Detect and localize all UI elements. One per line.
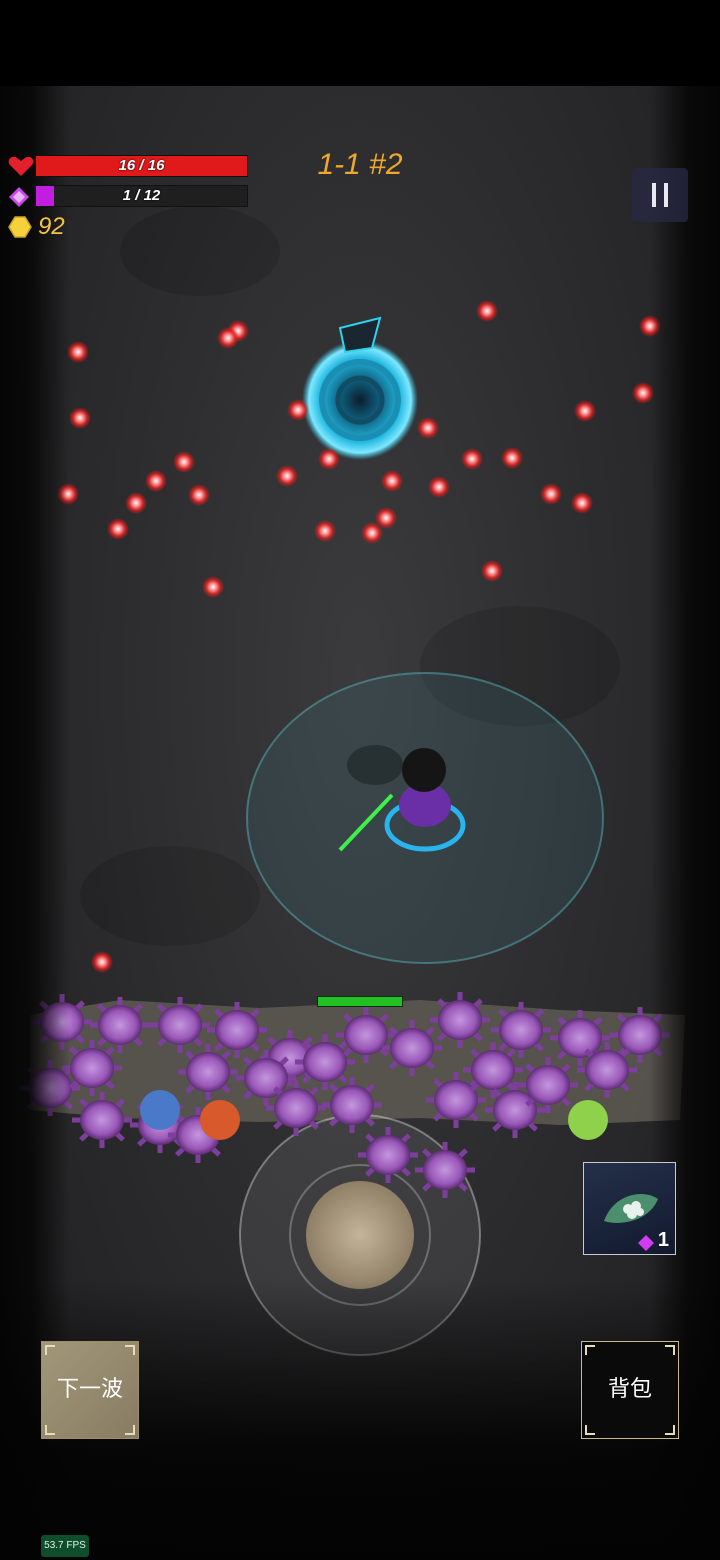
projectile bbox=[571, 492, 593, 514]
projectile bbox=[375, 507, 397, 529]
spiky-enemy bbox=[90, 997, 150, 1053]
spiky-enemy bbox=[430, 992, 490, 1048]
joystick-knob[interactable] bbox=[306, 1181, 414, 1289]
spiky-enemy bbox=[62, 1040, 122, 1096]
spiky-enemy bbox=[72, 1092, 132, 1148]
gold-count: 92 bbox=[38, 213, 65, 240]
projectile bbox=[287, 399, 309, 421]
spiky-enemy bbox=[150, 997, 210, 1053]
spiky-enemy bbox=[336, 1007, 396, 1063]
spiky-enemy bbox=[322, 1077, 382, 1133]
projectile bbox=[202, 576, 224, 598]
projectile bbox=[481, 560, 503, 582]
projectile bbox=[574, 400, 596, 422]
gem-icon bbox=[638, 1235, 654, 1251]
projectile bbox=[67, 341, 89, 363]
spiky-enemy bbox=[577, 1042, 637, 1098]
projectile bbox=[540, 483, 562, 505]
bag-button[interactable]: 背包 bbox=[581, 1341, 679, 1439]
projectile bbox=[314, 520, 336, 542]
mana-bar: 1 / 12 bbox=[35, 185, 248, 207]
green-enemy bbox=[568, 1100, 608, 1140]
projectile bbox=[476, 300, 498, 322]
gem-icon bbox=[9, 187, 29, 207]
bag-label: 背包 bbox=[607, 1377, 652, 1402]
next-wave-button[interactable]: 下一波 bbox=[41, 1341, 139, 1439]
spiky-enemy bbox=[518, 1057, 578, 1113]
projectile bbox=[69, 407, 91, 429]
orange-enemy bbox=[200, 1100, 240, 1140]
spiky-enemy bbox=[382, 1020, 442, 1076]
projectile bbox=[173, 451, 195, 473]
fps-counter: 53.7 FPS bbox=[41, 1535, 89, 1557]
gold-coin-icon bbox=[8, 216, 32, 238]
health-bar: 16 / 16 bbox=[35, 155, 248, 177]
spiky-enemy bbox=[491, 1002, 551, 1058]
pause-icon bbox=[664, 183, 668, 207]
next-wave-label: 下一波 bbox=[56, 1377, 123, 1402]
projectile bbox=[91, 951, 113, 973]
projectile bbox=[145, 470, 167, 492]
item-cost: 1 bbox=[657, 1229, 669, 1251]
projectile bbox=[276, 465, 298, 487]
blue-enemy bbox=[140, 1090, 180, 1130]
health-text: 16 / 16 bbox=[118, 157, 165, 174]
projectile bbox=[501, 447, 523, 469]
wall-health-fill bbox=[318, 997, 402, 1006]
game-playfield[interactable] bbox=[0, 86, 720, 1560]
pause-button[interactable] bbox=[632, 168, 688, 222]
projectile bbox=[461, 448, 483, 470]
spiky-enemy bbox=[178, 1044, 238, 1100]
projectile bbox=[318, 448, 340, 470]
stage-label: 1-1 #2 bbox=[317, 148, 403, 181]
projectile bbox=[417, 417, 439, 439]
heart-icon bbox=[8, 156, 34, 176]
spiky-enemy bbox=[415, 1142, 475, 1198]
portal bbox=[302, 316, 418, 460]
spiky-enemy bbox=[266, 1080, 326, 1136]
projectile bbox=[381, 470, 403, 492]
mana-text: 1 / 12 bbox=[122, 187, 161, 204]
spiky-enemy bbox=[358, 1127, 418, 1183]
projectile bbox=[428, 476, 450, 498]
pause-icon bbox=[652, 183, 656, 207]
projectile bbox=[217, 327, 239, 349]
projectile bbox=[188, 484, 210, 506]
spiky-enemy bbox=[207, 1002, 267, 1058]
projectile bbox=[107, 518, 129, 540]
projectile bbox=[125, 492, 147, 514]
item-slot[interactable]: 1 bbox=[583, 1162, 676, 1255]
